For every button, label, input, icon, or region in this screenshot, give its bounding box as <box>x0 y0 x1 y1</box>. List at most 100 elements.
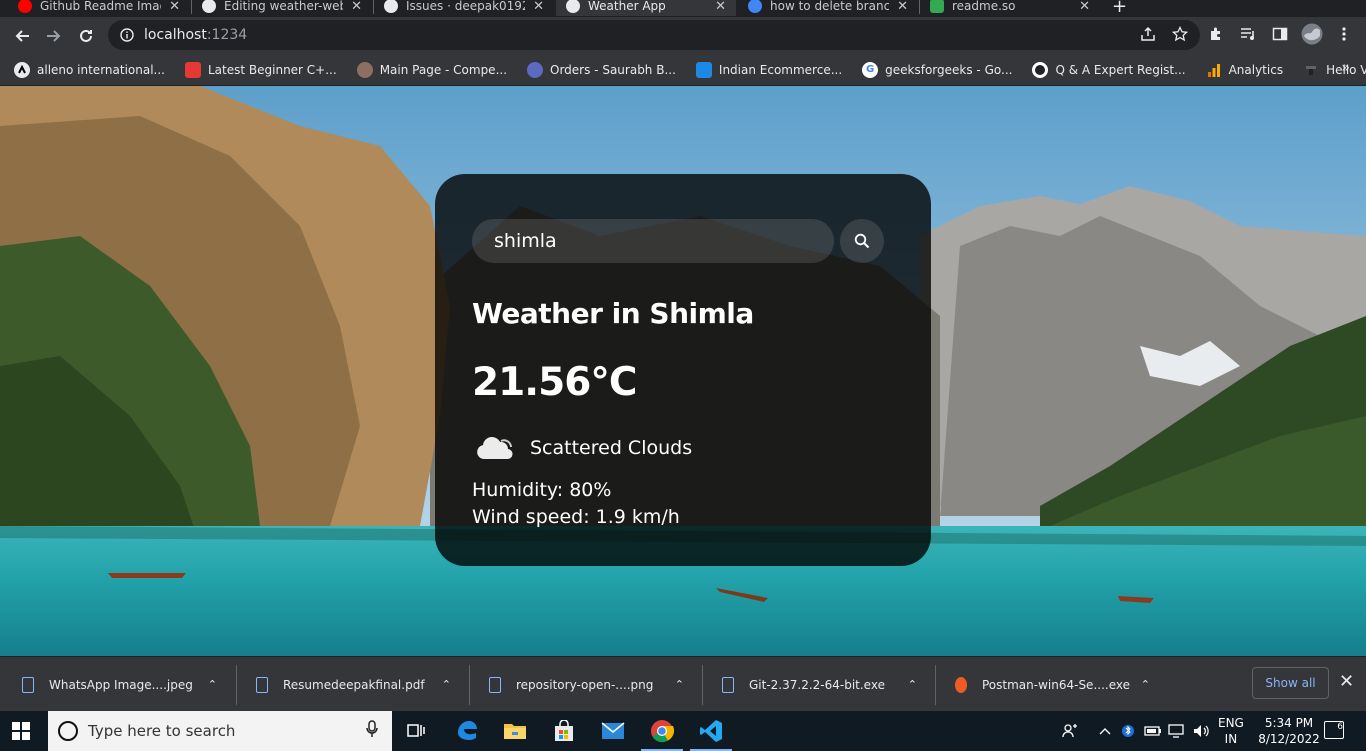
extensions-icon[interactable] <box>1208 26 1224 46</box>
chevron-up-icon[interactable] <box>1099 711 1111 751</box>
bluetooth-icon[interactable] <box>1122 711 1134 751</box>
forward-button[interactable] <box>38 20 70 52</box>
system-clock[interactable]: 5:34 PM 8/12/2022 <box>1258 715 1320 747</box>
arrow-left-icon <box>15 29 29 42</box>
new-tab-button[interactable]: + <box>1112 0 1127 17</box>
bookmark-hello-veeru[interactable]: Hello Veeru <box>1303 62 1366 78</box>
show-all-button[interactable]: Show all <box>1252 667 1329 699</box>
language-indicator[interactable]: ENG IN <box>1218 715 1244 747</box>
bookmark-label: Main Page - Compe... <box>379 62 508 77</box>
image-file-icon <box>22 676 34 693</box>
back-button[interactable] <box>6 20 38 52</box>
download-filename: Resumedeepakfinal.pdf <box>283 677 425 692</box>
tab-issues[interactable]: Issues · deepak0192 ✕ <box>374 0 554 16</box>
chevron-up-icon[interactable]: ⌃ <box>675 678 684 691</box>
chevron-up-icon[interactable]: ⌃ <box>1141 678 1150 691</box>
search-input[interactable] <box>472 219 834 263</box>
download-item-whatsapp[interactable]: WhatsApp Image....jpeg ⌃ <box>0 657 233 712</box>
address-host: localhost <box>144 27 207 43</box>
tab-github-readme[interactable]: Github Readme Image ✕ <box>8 0 190 16</box>
mail-icon[interactable] <box>600 719 626 743</box>
close-icon[interactable]: ✕ <box>897 0 908 14</box>
clock-date: 8/12/2022 <box>1258 732 1320 746</box>
google-icon: G <box>862 61 879 78</box>
bookmark-label: Latest Beginner C+... <box>208 62 337 77</box>
tab-title: Github Readme Image <box>40 0 161 13</box>
windows-start-button[interactable] <box>12 722 30 740</box>
microsoft-store-icon[interactable] <box>551 719 577 743</box>
notification-center-icon[interactable]: 6 <box>1324 721 1344 739</box>
bookmark-label: Analytics <box>1228 62 1284 77</box>
bookmark-favicon <box>356 61 373 78</box>
bookmark-indian-ecommerce[interactable]: Indian Ecommerce... <box>695 61 843 78</box>
search-icon <box>854 233 870 249</box>
tab-editing-weather[interactable]: Editing weather-webs ✕ <box>192 0 372 16</box>
volume-icon[interactable] <box>1193 711 1211 751</box>
description-row: Scattered Clouds <box>472 431 894 465</box>
search-button[interactable] <box>840 219 884 263</box>
share-icon[interactable] <box>1140 26 1156 42</box>
media-queue-icon[interactable] <box>1240 26 1256 46</box>
close-icon[interactable]: ✕ <box>1079 0 1090 14</box>
edge-browser-icon[interactable] <box>454 719 480 743</box>
close-icon[interactable]: ✕ <box>169 0 180 14</box>
file-explorer-icon[interactable] <box>502 719 528 743</box>
download-item-resume[interactable]: Resumedeepakfinal.pdf ⌃ <box>234 657 467 712</box>
tab-delete-branch[interactable]: how to delete branch ✕ <box>738 0 918 16</box>
chevron-up-icon[interactable]: ⌃ <box>442 678 451 691</box>
tab-title: Issues · deepak0192 <box>406 0 526 13</box>
cube-icon <box>185 61 201 78</box>
tab-title: Weather App <box>588 0 666 13</box>
bookmark-alleno[interactable]: alleno international... <box>14 61 165 78</box>
task-view-icon[interactable] <box>403 719 429 743</box>
bookmark-label: Q & A Expert Regist... <box>1055 62 1186 77</box>
pdf-file-icon <box>256 676 268 693</box>
search-bar <box>472 219 894 263</box>
tab-title: readme.so <box>952 0 1016 13</box>
bookmark-orders[interactable]: Orders - Saurabh B... <box>527 61 676 78</box>
people-icon[interactable] <box>1062 711 1078 751</box>
network-icon[interactable] <box>1168 711 1186 751</box>
bookmark-qa-expert[interactable]: Q & A Expert Regist... <box>1032 61 1186 78</box>
close-downloads-button[interactable]: ✕ <box>1339 671 1354 692</box>
bookmark-label: alleno international... <box>37 62 165 77</box>
language-code: ENG <box>1218 716 1244 730</box>
side-panel-icon[interactable] <box>1272 26 1288 46</box>
chevron-up-icon[interactable]: ⌃ <box>908 678 917 691</box>
close-icon[interactable]: ✕ <box>715 0 726 14</box>
star-icon[interactable] <box>1172 26 1188 42</box>
image-file-icon <box>489 676 501 693</box>
bookmark-label: Indian Ecommerce... <box>718 62 843 77</box>
download-filename: Git-2.37.2.2-64-bit.exe <box>749 677 885 692</box>
taskbar-search[interactable]: Type here to search <box>48 711 392 751</box>
download-item-repository[interactable]: repository-open-....png ⌃ <box>467 657 700 712</box>
close-icon[interactable]: ✕ <box>533 0 544 14</box>
weather-card: Weather in Shimla 21.56°C Scattered Clou… <box>435 174 931 566</box>
city-heading: Weather in Shimla <box>472 297 754 330</box>
cortana-icon <box>58 721 78 741</box>
vscode-icon[interactable] <box>690 719 732 751</box>
bookmarks-overflow-button[interactable]: » <box>1341 60 1350 76</box>
chevron-up-icon[interactable]: ⌃ <box>208 678 217 691</box>
close-icon[interactable]: ✕ <box>351 0 362 14</box>
menu-dots-icon[interactable] <box>1337 26 1351 46</box>
reload-button[interactable] <box>70 20 102 52</box>
download-item-git[interactable]: Git-2.37.2.2-64-bit.exe ⌃ <box>700 657 933 712</box>
battery-icon[interactable] <box>1144 711 1162 751</box>
address-bar[interactable]: localhost:1234 <box>108 20 1200 50</box>
microphone-icon[interactable] <box>366 720 378 742</box>
download-item-postman[interactable]: Postman-win64-Se....exe ⌃ <box>933 657 1166 712</box>
download-filename: repository-open-....png <box>516 677 654 692</box>
tab-readme-so[interactable]: readme.so ✕ <box>920 0 1100 16</box>
bookmark-main-page[interactable]: Main Page - Compe... <box>356 61 508 78</box>
tab-title: Editing weather-webs <box>224 0 344 13</box>
downloads-bar: WhatsApp Image....jpeg ⌃ Resumedeepakfin… <box>0 656 1366 711</box>
tab-title: how to delete branch <box>770 0 890 13</box>
info-icon <box>120 28 134 42</box>
tab-weather-app[interactable]: Weather App ✕ <box>556 0 736 16</box>
bookmark-analytics[interactable]: Analytics <box>1206 62 1284 78</box>
avatar[interactable] <box>1301 23 1323 49</box>
bookmark-latest-beginner[interactable]: Latest Beginner C+... <box>185 61 337 78</box>
chrome-icon[interactable] <box>641 719 683 751</box>
bookmark-geeksforgeeks[interactable]: G geeksforgeeks - Go... <box>862 61 1012 78</box>
